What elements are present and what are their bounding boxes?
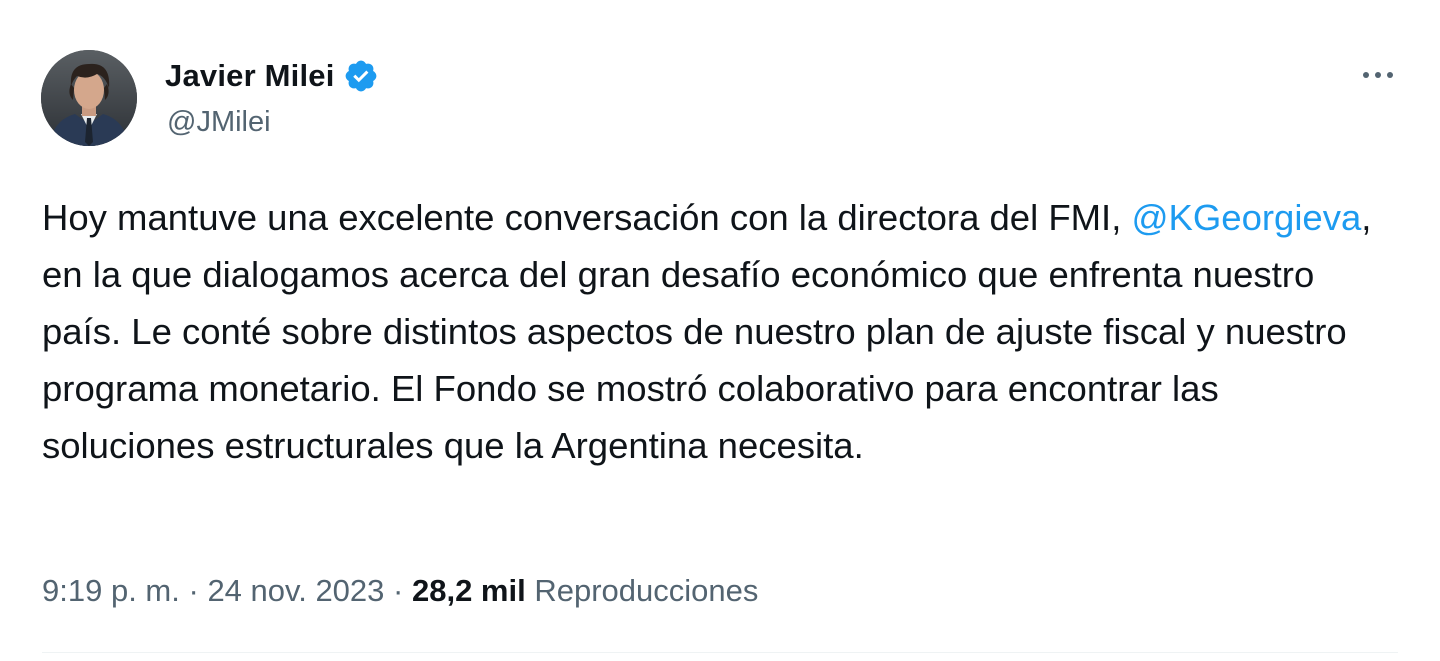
- tweet-meta: 9:19 p. m. · 24 nov. 2023 · 28,2 mil Rep…: [42, 567, 758, 615]
- meta-separator: ·: [393, 573, 404, 608]
- verified-badge-icon[interactable]: [343, 58, 379, 94]
- author-name-row: Javier Milei: [165, 56, 379, 96]
- views-count: 28,2 mil: [411, 573, 526, 608]
- tweet-time: 9:19 p. m.: [42, 573, 180, 608]
- tweet-text-part-1: Hoy mantuve una excelente conversación c…: [42, 197, 1132, 238]
- avatar[interactable]: [41, 50, 137, 146]
- views-label: Reproducciones: [534, 573, 759, 608]
- mention-link[interactable]: @KGeorgieva: [1131, 197, 1361, 238]
- tweet-date: 24 nov. 2023: [207, 573, 385, 608]
- divider: [42, 652, 1398, 653]
- profile-photo-icon: [41, 50, 137, 146]
- author-handle[interactable]: @JMilei: [167, 106, 271, 139]
- more-options-icon[interactable]: [1358, 60, 1398, 90]
- views-link[interactable]: 28,2 mil Reproducciones: [412, 573, 758, 608]
- meta-separator: ·: [188, 573, 199, 608]
- tweet-timestamp-link[interactable]: 9:19 p. m. · 24 nov. 2023: [42, 573, 384, 608]
- tweet-text: Hoy mantuve una excelente conversación c…: [42, 189, 1382, 474]
- tweet-card: Javier Milei @JMilei Hoy mantuve una exc…: [0, 0, 1440, 661]
- author-display-name[interactable]: Javier Milei: [165, 58, 335, 94]
